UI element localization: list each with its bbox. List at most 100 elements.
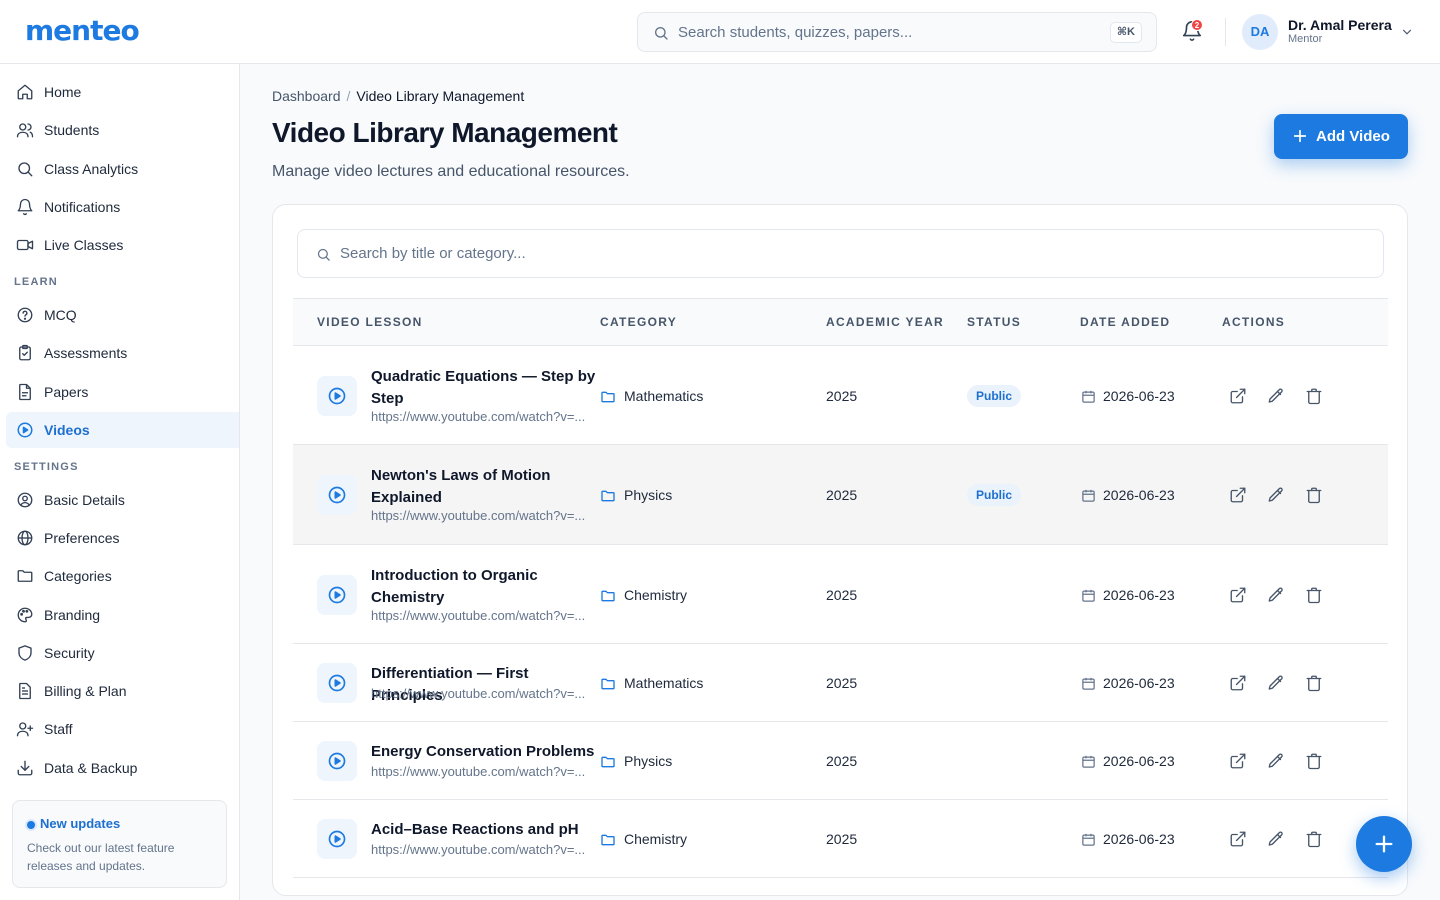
external-link-icon xyxy=(1230,675,1246,691)
sidebar-item-preferences[interactable]: Preferences xyxy=(6,520,239,556)
video-play-button[interactable] xyxy=(317,819,357,859)
video-play-button[interactable] xyxy=(317,741,357,781)
video-title[interactable]: Acid–Base Reactions and pH xyxy=(371,819,603,841)
table-row[interactable]: Quadratic Equations — Step by Step https:… xyxy=(293,346,1388,445)
breadcrumb-separator: / xyxy=(346,88,351,104)
edit-button[interactable] xyxy=(1266,386,1286,406)
column-header-status[interactable]: STATUS xyxy=(967,315,1021,329)
video-url: https://www.youtube.com/watch?v=... xyxy=(371,842,586,857)
sidebar-item-label: Billing & Plan xyxy=(44,683,127,699)
sidebar-item-staff[interactable]: Staff xyxy=(6,711,239,747)
global-search[interactable]: ⌘K xyxy=(637,12,1157,52)
folder-icon xyxy=(601,490,615,502)
sidebar-item-label: Categories xyxy=(44,568,112,584)
calendar-icon xyxy=(1082,589,1095,602)
sidebar-item-students[interactable]: Students xyxy=(6,112,239,148)
play-circle-icon xyxy=(328,752,346,770)
table-row[interactable]: Newton's Laws of Motion Explained https:/… xyxy=(293,445,1388,545)
sidebar-item-papers[interactable]: Papers xyxy=(6,374,239,410)
video-title[interactable]: Newton's Laws of Motion Explained xyxy=(371,465,603,509)
sidebar-item-live-classes[interactable]: Live Classes xyxy=(6,227,239,263)
delete-button[interactable] xyxy=(1304,751,1324,771)
sidebar-item-home[interactable]: Home xyxy=(6,74,239,110)
video-table-card: VIDEO LESSON CATEGORY ACADEMIC YEAR STAT… xyxy=(272,204,1408,896)
column-header-video-lesson[interactable]: VIDEO LESSON xyxy=(317,315,423,329)
open-link-button[interactable] xyxy=(1228,386,1248,406)
table-search[interactable] xyxy=(297,229,1384,278)
video-play-button[interactable] xyxy=(317,574,357,615)
add-video-button[interactable]: Add Video xyxy=(1274,114,1408,159)
delete-button[interactable] xyxy=(1304,585,1324,605)
delete-button[interactable] xyxy=(1304,673,1324,693)
sidebar-item-data-backup[interactable]: Data & Backup xyxy=(6,750,239,786)
delete-button[interactable] xyxy=(1304,485,1324,505)
page-subtitle: Manage video lectures and educational re… xyxy=(272,163,630,180)
video-play-button[interactable] xyxy=(317,663,357,703)
updates-card[interactable]: New updates Check out our latest feature… xyxy=(12,800,227,888)
video-play-button[interactable] xyxy=(317,475,357,515)
calendar-icon xyxy=(1082,390,1095,403)
sidebar-item-assessments[interactable]: Assessments xyxy=(6,335,239,371)
sidebar-item-videos[interactable]: Videos xyxy=(6,412,239,448)
open-link-button[interactable] xyxy=(1228,585,1248,605)
delete-button[interactable] xyxy=(1304,386,1324,406)
user-menu[interactable]: DA Dr. Amal Perera Mentor xyxy=(1242,14,1422,50)
column-header-academic-year[interactable]: ACADEMIC YEAR xyxy=(826,315,944,329)
app-logo[interactable]: menteo xyxy=(25,14,140,47)
delete-button[interactable] xyxy=(1304,829,1324,849)
calendar-icon xyxy=(1082,677,1095,690)
sidebar-item-class-analytics[interactable]: Class Analytics xyxy=(6,151,239,187)
sidebar-item-billing[interactable]: Billing & Plan xyxy=(6,673,239,709)
sidebar-item-basic-details[interactable]: Basic Details xyxy=(6,482,239,518)
user-plus-icon xyxy=(16,722,34,737)
video-title[interactable]: Quadratic Equations — Step by Step xyxy=(371,366,603,410)
play-circle-icon xyxy=(328,674,346,692)
column-header-category[interactable]: CATEGORY xyxy=(600,315,677,329)
shield-icon xyxy=(18,645,32,661)
sidebar-item-notifications[interactable]: Notifications xyxy=(6,189,239,225)
open-link-button[interactable] xyxy=(1228,485,1248,505)
open-link-button[interactable] xyxy=(1228,673,1248,693)
edit-button[interactable] xyxy=(1266,585,1286,605)
academic-year: 2025 xyxy=(826,831,858,847)
search-icon xyxy=(655,27,668,40)
table-row[interactable]: Differentiation — First Principles https:… xyxy=(293,644,1388,722)
sidebar: Home Students Class Analytics Notificati… xyxy=(0,64,240,900)
sidebar-item-branding[interactable]: Branding xyxy=(6,597,239,633)
video-title[interactable]: Introduction to Organic Chemistry xyxy=(371,565,603,609)
user-circle-icon xyxy=(17,492,33,508)
play-circle-icon xyxy=(328,830,346,848)
sidebar-item-security[interactable]: Security xyxy=(6,635,239,671)
table-search-input[interactable] xyxy=(340,230,1340,277)
edit-button[interactable] xyxy=(1266,485,1286,505)
status-badge: Public xyxy=(967,384,1022,407)
external-link-icon xyxy=(1230,753,1246,769)
column-header-date-added[interactable]: DATE ADDED xyxy=(1080,315,1170,329)
open-link-button[interactable] xyxy=(1228,751,1248,771)
open-link-button[interactable] xyxy=(1228,829,1248,849)
table-row[interactable]: Acid–Base Reactions and pH https://www.yo… xyxy=(293,800,1388,878)
table-row[interactable]: Energy Conservation Problems https://www.… xyxy=(293,722,1388,800)
edit-button[interactable] xyxy=(1266,673,1286,693)
video-url: https://www.youtube.com/watch?v=... xyxy=(371,607,586,623)
edit-button[interactable] xyxy=(1266,751,1286,771)
sidebar-item-label: Students xyxy=(44,122,100,138)
sidebar-item-categories[interactable]: Categories xyxy=(6,558,239,594)
breadcrumb-dashboard[interactable]: Dashboard xyxy=(272,88,341,104)
video-title[interactable]: Energy Conservation Problems xyxy=(371,741,603,763)
video-play-button[interactable] xyxy=(317,375,357,416)
floating-add-button[interactable] xyxy=(1356,816,1412,872)
folder-icon xyxy=(601,834,615,846)
date-label: 2026-06-23 xyxy=(1103,586,1175,603)
global-search-input[interactable] xyxy=(678,13,1098,51)
trash-icon xyxy=(1306,753,1322,770)
play-circle-icon xyxy=(17,422,33,438)
home-icon xyxy=(17,84,33,100)
table-row[interactable]: Introduction to Organic Chemistry https:/… xyxy=(293,545,1388,644)
sidebar-item-label: Class Analytics xyxy=(44,161,139,177)
sidebar-item-mcq[interactable]: MCQ xyxy=(6,297,239,333)
pencil-icon xyxy=(1268,587,1283,602)
edit-button[interactable] xyxy=(1266,829,1286,849)
notifications-button[interactable]: 2 xyxy=(1181,19,1205,44)
category-label: Mathematics xyxy=(624,675,704,691)
